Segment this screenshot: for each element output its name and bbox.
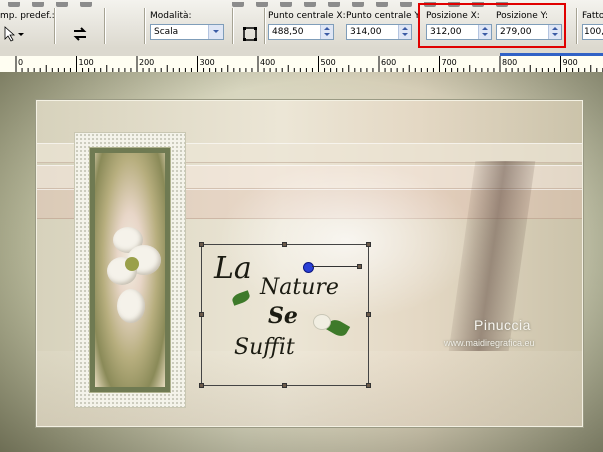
separator [576,8,577,44]
pointer-icon [4,26,24,42]
rotation-handle[interactable] [303,262,314,273]
toolbar-icon[interactable] [352,2,364,7]
toolbar-icon[interactable] [328,2,340,7]
separator [232,8,233,44]
center-x-value: 488,50 [272,27,304,37]
flower-petal [117,289,145,323]
mode-value: Scala [154,27,179,37]
signature-text: Pinuccia [474,317,531,333]
toolbar-icon[interactable] [304,2,316,7]
resize-handle[interactable] [366,242,371,247]
transform-box-icon [243,27,257,41]
horizontal-ruler[interactable]: 0 100 200 300 400 500 600 700 800 900 [0,56,603,73]
separator [104,8,105,44]
spinner-arrows-icon[interactable] [320,25,333,39]
selection-box[interactable]: La Nature Se Suffit [199,242,371,388]
transform-button[interactable] [240,24,260,44]
chevron-down-icon[interactable] [208,25,223,39]
rotation-line [312,266,360,267]
center-y-label: Punto centrale Y [346,11,420,21]
small-flower [314,315,330,329]
ruler-label: 0 [18,58,23,67]
ruler-label: 200 [139,58,154,67]
title-word-suffit: Suffit [234,335,295,360]
resize-handle[interactable] [282,383,287,388]
image-canvas[interactable]: La Nature Se Suffit Pinuccia www.maidire… [0,72,603,452]
center-y-field[interactable]: 314,00 [346,24,412,40]
center-x-field[interactable]: 488,50 [268,24,334,40]
factor-field[interactable]: 100, [582,24,603,40]
separator [144,8,145,44]
factor-value: 100, [584,27,603,37]
flower-center [125,257,139,271]
resize-handle[interactable] [366,383,371,388]
resize-handle[interactable] [199,383,204,388]
ruler-label: 400 [260,58,275,67]
preset-picker-button[interactable] [2,24,26,44]
title-word-nature: Nature [260,275,339,300]
top-icons-strip [8,0,104,7]
toolbar-icon[interactable] [80,2,92,7]
separator [54,8,55,44]
reset-button[interactable] [70,24,90,44]
ruler-label: 900 [563,58,578,67]
toolbar-icon[interactable] [280,2,292,7]
center-y-value: 314,00 [350,27,382,37]
title-word-se: Se [268,303,298,329]
title-word-la: La [214,251,252,286]
toolbar-icon[interactable] [32,2,44,7]
resize-handle[interactable] [199,312,204,317]
toolbar-icon[interactable] [8,2,20,7]
center-x-label: Punto centrale X: [268,11,346,21]
toolbar-icon[interactable] [376,2,388,7]
ruler-label: 100 [79,58,94,67]
ruler-label: 300 [200,58,215,67]
tool-options-bar: mp. predef.: Modalità: Scala Punto centr… [0,0,603,49]
toolbar-icon[interactable] [400,2,412,7]
resize-handle[interactable] [282,242,287,247]
preset-label: mp. predef.: [0,11,55,21]
toolbar-icon[interactable] [256,2,268,7]
mode-select[interactable]: Scala [150,24,224,40]
pivot-handle[interactable] [357,264,362,269]
resize-handle[interactable] [199,242,204,247]
ruler-band [0,48,603,56]
ruler-label: 800 [502,58,517,67]
resize-handle[interactable] [366,312,371,317]
flower-frame [89,147,171,393]
flower-panel [74,132,186,408]
ruler-label: 500 [321,58,336,67]
ruler-label: 600 [381,58,396,67]
toolbar-icon[interactable] [232,2,244,7]
spinner-arrows-icon[interactable] [398,25,411,39]
leaf-decoration [230,290,252,306]
flower-photo [95,153,165,387]
ruler-label: 700 [442,58,457,67]
reset-arrows-icon [73,27,87,41]
position-highlight-box [418,3,566,48]
mode-label: Modalità: [150,11,192,21]
website-text: www.maidiregrafica.eu [444,338,535,348]
toolbar-icon[interactable] [56,2,68,7]
separator [264,8,265,44]
factor-label: Fatto [582,11,603,21]
ruler-ticks: 0 100 200 300 400 500 600 700 800 900 [15,56,603,72]
